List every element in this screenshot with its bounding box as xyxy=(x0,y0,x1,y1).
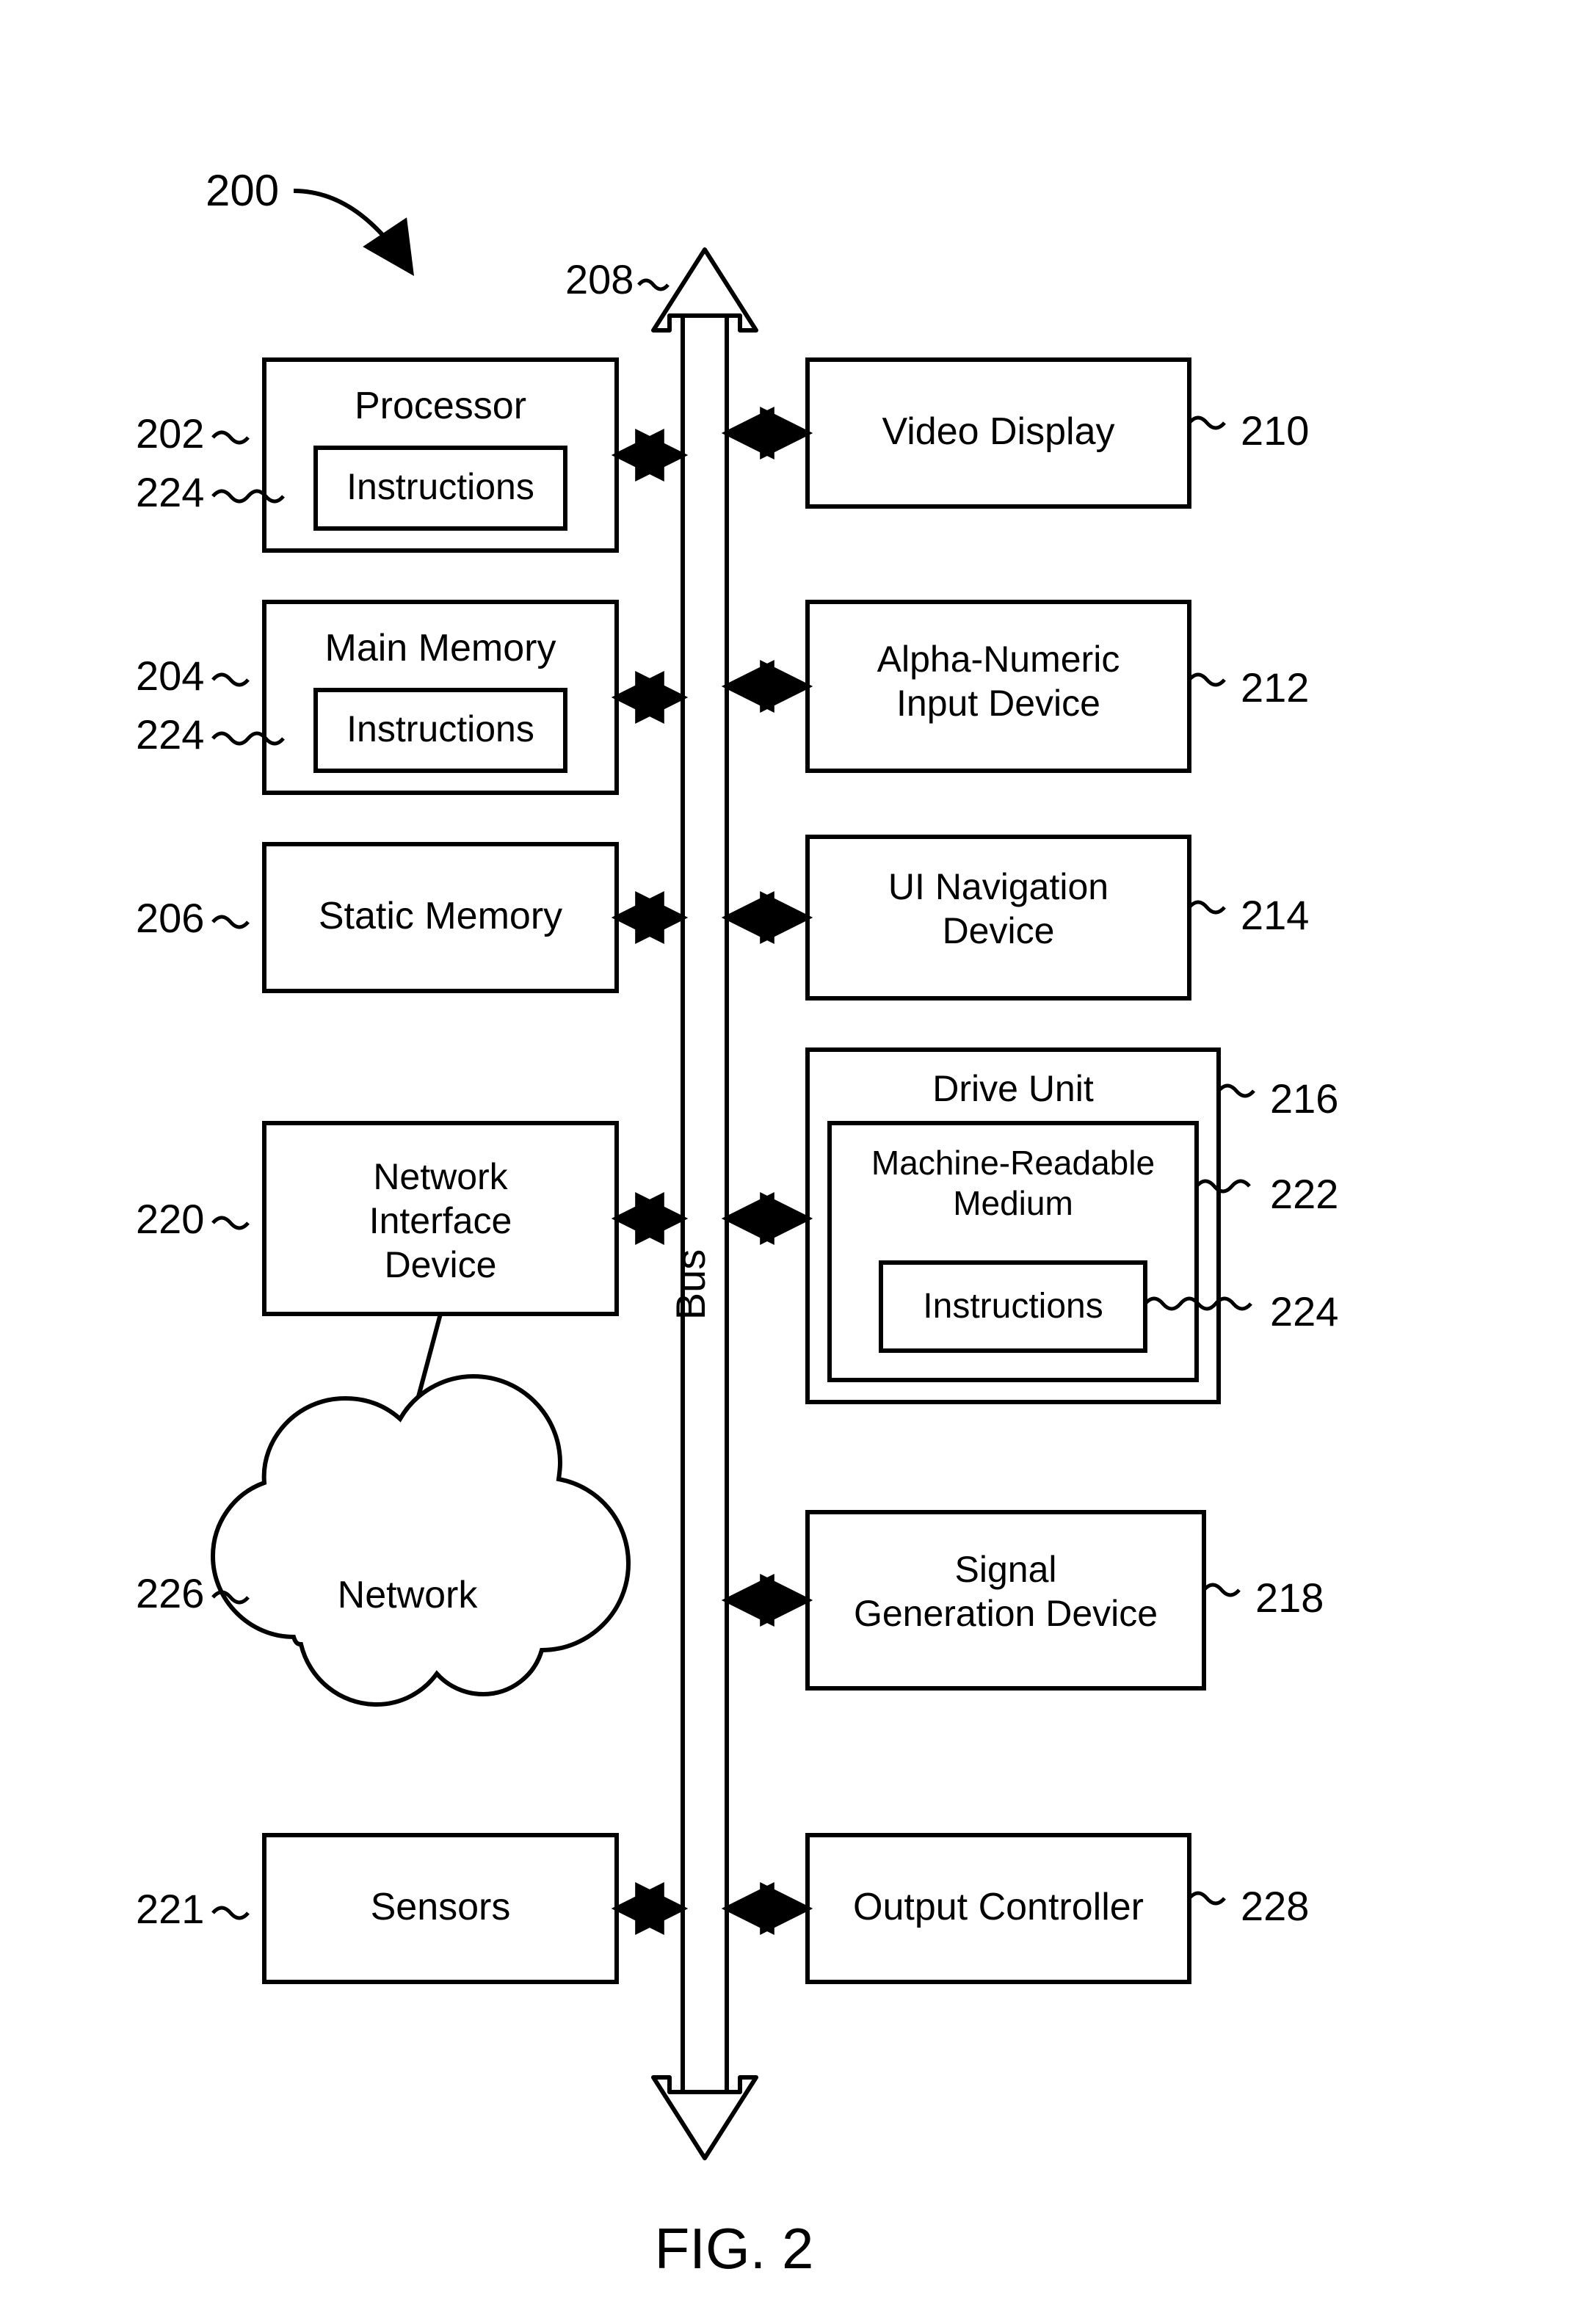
ref-214: 214 xyxy=(1241,892,1309,938)
video-display-title: Video Display xyxy=(882,410,1114,453)
bus-ref: 208 xyxy=(565,256,634,302)
bus-label: Bus xyxy=(667,1249,714,1321)
network-cloud: Network xyxy=(213,1376,628,1704)
video-display-block: Video Display xyxy=(808,360,1189,506)
squiggle-220 xyxy=(213,1218,248,1228)
ref-224-drive: 224 xyxy=(1270,1288,1338,1335)
figure-ref-200: 200 xyxy=(206,166,279,215)
bus-ref-squiggle xyxy=(639,280,668,289)
ref-216: 216 xyxy=(1270,1075,1338,1122)
bus: Bus xyxy=(653,250,756,2158)
ref-210: 210 xyxy=(1241,407,1309,454)
an-title-line1: Alpha-Numeric xyxy=(877,639,1120,680)
leader-arrow-200 xyxy=(294,191,411,272)
ref-228: 228 xyxy=(1241,1883,1309,1929)
network-interface-block: Network Interface Device xyxy=(264,1123,617,1314)
squiggle-218 xyxy=(1204,1585,1239,1595)
sensors-title: Sensors xyxy=(371,1886,511,1928)
static-memory-block: Static Memory xyxy=(264,844,617,991)
drive-unit-instructions-box: Instructions xyxy=(881,1263,1145,1351)
output-controller-block: Output Controller xyxy=(808,1835,1189,1982)
ref-212: 212 xyxy=(1241,664,1309,711)
processor-title: Processor xyxy=(355,385,526,427)
figure-2-diagram: 200 Bus 208 Processor Instructions 202 2… xyxy=(0,0,1571,2324)
ref-202: 202 xyxy=(136,410,204,457)
mrm-title-line1: Machine-Readable xyxy=(871,1144,1155,1182)
main-memory-block: Main Memory Instructions xyxy=(264,602,617,793)
uin-title-line1: UI Navigation xyxy=(888,866,1109,907)
static-memory-title: Static Memory xyxy=(319,895,562,937)
sensors-block: Sensors xyxy=(264,1835,617,1982)
sgd-title-line2: Generation Device xyxy=(854,1593,1158,1634)
ref-221: 221 xyxy=(136,1886,204,1932)
nid-title-line2: Interface xyxy=(369,1200,512,1241)
an-title-line2: Input Device xyxy=(896,683,1100,724)
ref-220: 220 xyxy=(136,1196,204,1242)
squiggle-214 xyxy=(1189,902,1224,912)
mrm-title-line2: Medium xyxy=(953,1184,1073,1222)
output-controller-title: Output Controller xyxy=(853,1886,1144,1928)
squiggle-228 xyxy=(1189,1893,1224,1903)
ref-204: 204 xyxy=(136,653,204,699)
squiggle-206 xyxy=(213,917,248,927)
machine-readable-medium-block: Machine-Readable Medium Instructions xyxy=(830,1123,1197,1380)
squiggle-221 xyxy=(213,1908,248,1918)
squiggle-202 xyxy=(213,432,248,443)
drive-unit-block: Drive Unit Machine-Readable Medium Instr… xyxy=(808,1050,1219,1402)
ui-navigation-block: UI Navigation Device xyxy=(808,837,1189,998)
ref-224-mem: 224 xyxy=(136,711,204,758)
ref-222: 222 xyxy=(1270,1171,1338,1217)
drive-unit-title: Drive Unit xyxy=(932,1068,1094,1109)
nid-title-line3: Device xyxy=(385,1244,497,1285)
squiggle-204 xyxy=(213,675,248,685)
squiggle-216 xyxy=(1219,1086,1254,1096)
main-memory-instructions-label: Instructions xyxy=(347,708,534,749)
processor-instructions-label: Instructions xyxy=(347,466,534,507)
ref-218: 218 xyxy=(1255,1575,1324,1621)
drive-unit-instructions-label: Instructions xyxy=(923,1287,1103,1326)
ref-226: 226 xyxy=(136,1570,204,1616)
figure-caption: FIG. 2 xyxy=(655,2216,814,2281)
squiggle-210 xyxy=(1189,418,1224,428)
signal-generation-block: Signal Generation Device xyxy=(808,1512,1204,1688)
uin-title-line2: Device xyxy=(943,910,1055,951)
ref-224-proc: 224 xyxy=(136,469,204,515)
sgd-title-line1: Signal xyxy=(955,1549,1057,1590)
ref-206: 206 xyxy=(136,895,204,941)
main-memory-title: Main Memory xyxy=(325,627,556,669)
nid-title-line1: Network xyxy=(373,1156,508,1197)
alpha-numeric-block: Alpha-Numeric Input Device xyxy=(808,602,1189,771)
squiggle-212 xyxy=(1189,675,1224,685)
network-label: Network xyxy=(338,1574,479,1616)
processor-block: Processor Instructions xyxy=(264,360,617,551)
